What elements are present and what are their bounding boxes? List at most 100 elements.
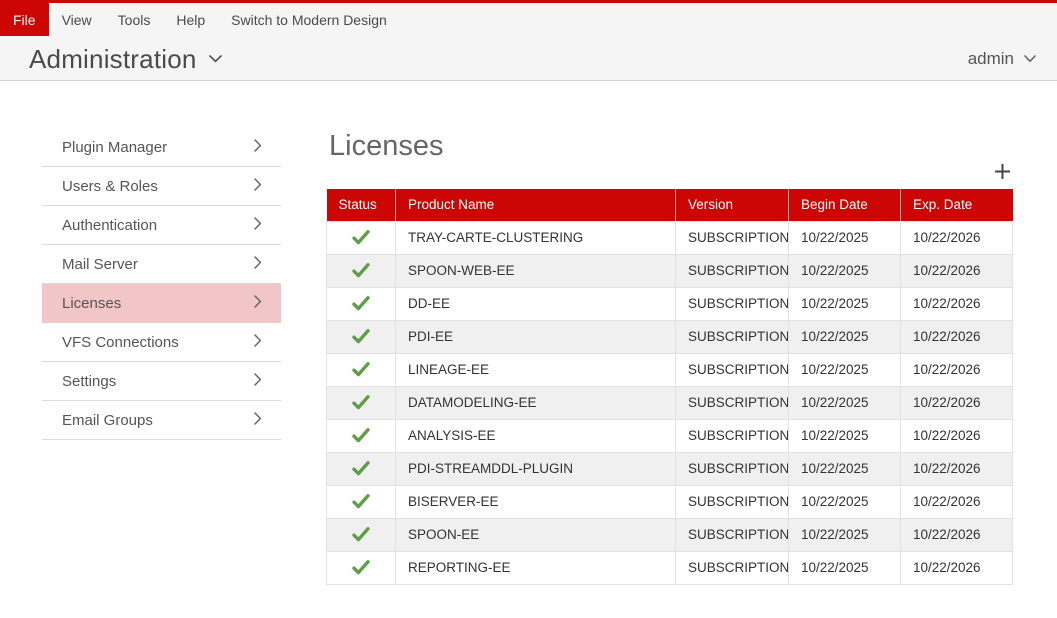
version-cell: SUBSCRIPTION (676, 419, 789, 452)
sidebar-item-settings[interactable]: Settings (42, 362, 281, 401)
product-name-cell: PDI-EE (396, 320, 676, 353)
sidebar-item-licenses[interactable]: Licenses (42, 284, 281, 323)
check-valid-icon (352, 395, 370, 410)
license-row[interactable]: LINEAGE-EESUBSCRIPTION10/22/202510/22/20… (327, 353, 1013, 386)
license-row[interactable]: TRAY-CARTE-CLUSTERINGSUBSCRIPTION10/22/2… (327, 221, 1013, 254)
version-cell: SUBSCRIPTION (676, 452, 789, 485)
product-name-cell: DD-EE (396, 287, 676, 320)
status-cell (327, 551, 396, 584)
status-cell (327, 320, 396, 353)
chevron-down-icon (209, 50, 222, 68)
exp-date-cell: 10/22/2026 (901, 287, 1013, 320)
version-cell: SUBSCRIPTION (676, 518, 789, 551)
begin-date-cell: 10/22/2025 (789, 320, 901, 353)
product-name-cell: BISERVER-EE (396, 485, 676, 518)
sidebar-item-users-roles[interactable]: Users & Roles (42, 167, 281, 206)
user-menu[interactable]: admin (968, 46, 1036, 72)
chevron-right-icon (254, 295, 262, 312)
check-valid-icon (352, 296, 370, 311)
chevron-right-icon (254, 256, 262, 273)
sidebar-item-label: Licenses (62, 295, 121, 312)
exp-date-cell: 10/22/2026 (901, 221, 1013, 254)
status-cell (327, 386, 396, 419)
menu-item-help[interactable]: Help (163, 3, 218, 36)
check-valid-icon (352, 494, 370, 509)
sidebar-item-email-groups[interactable]: Email Groups (42, 401, 281, 440)
license-row[interactable]: DD-EESUBSCRIPTION10/22/202510/22/2026 (327, 287, 1013, 320)
license-row[interactable]: DATAMODELING-EESUBSCRIPTION10/22/202510/… (327, 386, 1013, 419)
sidebar-item-label: VFS Connections (62, 334, 179, 351)
product-name-cell: DATAMODELING-EE (396, 386, 676, 419)
menu-item-view[interactable]: View (49, 3, 105, 36)
sidebar-item-mail-server[interactable]: Mail Server (42, 245, 281, 284)
license-row[interactable]: PDI-STREAMDDL-PLUGINSUBSCRIPTION10/22/20… (327, 452, 1013, 485)
exp-date-cell: 10/22/2026 (901, 254, 1013, 287)
app-header: Administration admin (0, 36, 1057, 81)
check-valid-icon (352, 230, 370, 245)
check-valid-icon (352, 329, 370, 344)
menu-item-file[interactable]: File (0, 0, 49, 36)
status-cell (327, 287, 396, 320)
begin-date-cell: 10/22/2025 (789, 221, 901, 254)
begin-date-cell: 10/22/2025 (789, 287, 901, 320)
license-row[interactable]: SPOON-EESUBSCRIPTION10/22/202510/22/2026 (327, 518, 1013, 551)
product-name-cell: LINEAGE-EE (396, 353, 676, 386)
license-row[interactable]: ANALYSIS-EESUBSCRIPTION10/22/202510/22/2… (327, 419, 1013, 452)
menubar: FileViewToolsHelpSwitch to Modern Design (0, 0, 1057, 36)
begin-date-cell: 10/22/2025 (789, 485, 901, 518)
status-cell (327, 485, 396, 518)
column-header-version: Version (676, 189, 789, 221)
exp-date-cell: 10/22/2026 (901, 485, 1013, 518)
sidebar-item-vfs-connections[interactable]: VFS Connections (42, 323, 281, 362)
section-title: Licenses (329, 130, 443, 163)
sidebar-item-authentication[interactable]: Authentication (42, 206, 281, 245)
product-name-cell: PDI-STREAMDDL-PLUGIN (396, 452, 676, 485)
chevron-right-icon (254, 373, 262, 390)
plus-icon (994, 163, 1011, 185)
license-row[interactable]: SPOON-WEB-EESUBSCRIPTION10/22/202510/22/… (327, 254, 1013, 287)
begin-date-cell: 10/22/2025 (789, 452, 901, 485)
check-valid-icon (352, 560, 370, 575)
perspective-switcher[interactable]: Administration (29, 42, 222, 76)
exp-date-cell: 10/22/2026 (901, 353, 1013, 386)
version-cell: SUBSCRIPTION (676, 320, 789, 353)
chevron-right-icon (254, 139, 262, 156)
version-cell: SUBSCRIPTION (676, 353, 789, 386)
chevron-right-icon (254, 334, 262, 351)
add-license-button[interactable] (991, 163, 1013, 185)
username-label: admin (968, 49, 1014, 69)
status-cell (327, 452, 396, 485)
license-row[interactable]: BISERVER-EESUBSCRIPTION10/22/202510/22/2… (327, 485, 1013, 518)
license-row[interactable]: PDI-EESUBSCRIPTION10/22/202510/22/2026 (327, 320, 1013, 353)
begin-date-cell: 10/22/2025 (789, 386, 901, 419)
sidebar-item-plugin-manager[interactable]: Plugin Manager (42, 128, 281, 167)
product-name-cell: ANALYSIS-EE (396, 419, 676, 452)
status-cell (327, 254, 396, 287)
version-cell: SUBSCRIPTION (676, 386, 789, 419)
menu-item-switch-to-modern-design[interactable]: Switch to Modern Design (218, 3, 400, 36)
check-valid-icon (352, 527, 370, 542)
product-name-cell: SPOON-WEB-EE (396, 254, 676, 287)
table-header: StatusProduct NameVersionBegin DateExp. … (327, 189, 1013, 221)
chevron-right-icon (254, 217, 262, 234)
licenses-table: StatusProduct NameVersionBegin DateExp. … (326, 189, 1013, 585)
status-cell (327, 353, 396, 386)
menu-item-tools[interactable]: Tools (105, 3, 164, 36)
version-cell: SUBSCRIPTION (676, 485, 789, 518)
exp-date-cell: 10/22/2026 (901, 386, 1013, 419)
admin-sidebar: Plugin Manager Users & RolesAuthenticatio… (42, 128, 281, 440)
chevron-right-icon (254, 178, 262, 195)
license-row[interactable]: REPORTING-EESUBSCRIPTION10/22/202510/22/… (327, 551, 1013, 584)
check-valid-icon (352, 362, 370, 377)
chevron-right-icon (254, 412, 262, 429)
status-cell (327, 221, 396, 254)
sidebar-item-label: Plugin Manager (62, 139, 167, 156)
column-header-status: Status (327, 189, 396, 221)
check-valid-icon (352, 263, 370, 278)
begin-date-cell: 10/22/2025 (789, 353, 901, 386)
version-cell: SUBSCRIPTION (676, 254, 789, 287)
sidebar-item-label: Settings (62, 373, 116, 390)
column-header-begin-date: Begin Date (789, 189, 901, 221)
exp-date-cell: 10/22/2026 (901, 419, 1013, 452)
page-title: Administration (29, 44, 197, 75)
